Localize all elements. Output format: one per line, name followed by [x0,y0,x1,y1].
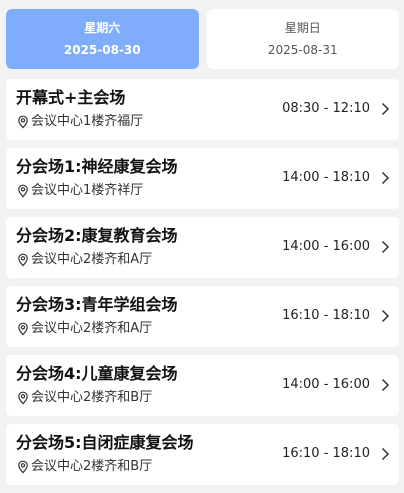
location-text: 会议中心2楼齐和B厅 [31,390,153,405]
location-pin-icon [18,253,28,267]
session-title: 分会场3:青年学组会场 [16,295,178,314]
session-card[interactable]: 分会场5:自闭症康复会场 会议中心2楼齐和B厅 16:10 - 18:10 [6,424,399,485]
location-text: 会议中心2楼齐和A厅 [31,321,153,336]
session-location: 会议中心2楼齐和B厅 [16,390,152,406]
session-time: 14:00 - 18:10 [282,170,370,185]
date-tabs: 星期六 2025-08-30 星期日 2025-08-31 [6,9,399,69]
session-card[interactable]: 分会场1:神经康复会场 会议中心1楼齐祥厅 14:00 - 18:10 [6,148,399,209]
location-pin-icon [18,322,28,336]
session-time: 16:10 - 18:10 [282,308,370,323]
location-pin-icon [18,460,28,474]
location-pin-icon [18,115,28,129]
session-list: 开幕式+主会场 会议中心1楼齐福厅 08:30 - 12:10 分会场1:神经康… [6,79,399,493]
session-location: 会议中心2楼齐和A厅 [16,252,152,268]
session-title: 分会场5:自闭症康复会场 [16,433,194,452]
session-location: 会议中心2楼齐和A厅 [16,321,152,337]
session-card[interactable]: 分会场2:康复教育会场 会议中心2楼齐和A厅 14:00 - 16:00 [6,217,399,278]
location-text: 会议中心2楼齐和B厅 [31,459,153,474]
location-text: 会议中心2楼齐和A厅 [31,252,153,267]
session-time: 14:00 - 16:00 [282,239,370,254]
tab-saturday[interactable]: 星期六 2025-08-30 [6,9,199,69]
chevron-right-icon [381,240,390,254]
location-pin-icon [18,184,28,198]
chevron-right-icon [381,102,390,116]
chevron-right-icon [381,309,390,323]
location-pin-icon [18,391,28,405]
session-title: 分会场2:康复教育会场 [16,226,178,245]
session-card[interactable]: 分会场4:儿童康复会场 会议中心2楼齐和B厅 14:00 - 16:00 [6,355,399,416]
session-card[interactable]: 开幕式+主会场 会议中心1楼齐福厅 08:30 - 12:10 [6,79,399,140]
session-time: 08:30 - 12:10 [282,101,370,116]
chevron-right-icon [381,378,390,392]
tab-date-label: 2025-08-30 [63,43,141,57]
session-location: 会议中心1楼齐祥厅 [16,183,143,199]
tab-date-label: 2025-08-31 [267,43,338,57]
session-location: 会议中心1楼齐福厅 [16,114,143,130]
chevron-right-icon [381,171,390,185]
tab-sunday[interactable]: 星期日 2025-08-31 [206,9,399,69]
session-location: 会议中心2楼齐和B厅 [16,459,152,475]
session-time: 14:00 - 16:00 [282,377,370,392]
location-text: 会议中心1楼齐福厅 [31,114,144,129]
chevron-right-icon [381,447,390,461]
session-title: 开幕式+主会场 [16,88,126,107]
session-card[interactable]: 分会场3:青年学组会场 会议中心2楼齐和A厅 16:10 - 18:10 [6,286,399,347]
session-title: 分会场1:神经康复会场 [16,157,178,176]
session-title: 分会场4:儿童康复会场 [16,364,178,383]
tab-day-label: 星期六 [84,21,121,35]
tab-day-label: 星期日 [284,21,321,35]
location-text: 会议中心1楼齐祥厅 [31,183,144,198]
session-time: 16:10 - 18:10 [282,446,370,461]
